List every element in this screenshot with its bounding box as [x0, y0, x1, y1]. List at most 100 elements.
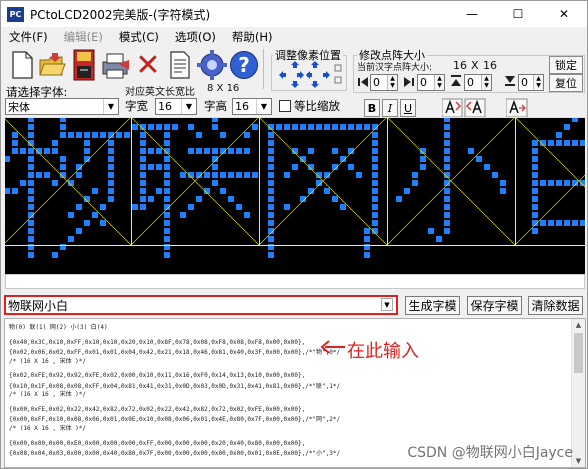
chevron-down-icon[interactable]: ▼	[181, 99, 196, 114]
chevron-down-icon[interactable]: ▼	[256, 99, 271, 114]
italic-button[interactable]: I	[382, 99, 398, 117]
height-dec-icon[interactable]	[449, 74, 463, 88]
preview-dot	[52, 140, 58, 146]
print-icon[interactable]	[101, 49, 131, 81]
clear-data-button[interactable]: 清除数据	[528, 296, 583, 315]
preview-dot	[148, 164, 154, 170]
preview-dot	[444, 124, 450, 130]
preview-dot	[268, 148, 274, 154]
preview-dot	[396, 196, 402, 202]
preview-dot	[412, 172, 418, 178]
menu-mode[interactable]: 模式(C)	[111, 29, 167, 45]
preview-dot	[84, 148, 90, 154]
char-height-select[interactable]: 16 ▼	[232, 98, 272, 115]
document-icon[interactable]	[165, 49, 195, 81]
bold-button[interactable]: B	[364, 99, 380, 117]
preview-dot	[220, 188, 226, 194]
chevron-down-icon[interactable]: ▼	[103, 99, 118, 114]
help-icon[interactable]: ?	[229, 49, 259, 81]
preview-dot	[364, 124, 370, 130]
preview-dot	[244, 172, 250, 178]
font-select[interactable]: 宋体 ▼	[5, 98, 119, 115]
preview-dot	[28, 244, 34, 250]
underline-button[interactable]: U	[400, 99, 416, 117]
save-icon[interactable]	[69, 49, 99, 81]
spin-arrows[interactable]: ▲ ▼	[387, 75, 397, 90]
spin-arrows[interactable]: ▲ ▼	[481, 75, 491, 90]
preview-dot	[204, 172, 210, 178]
generate-button[interactable]: 生成字模	[405, 296, 460, 315]
preview-dot	[372, 180, 378, 186]
preview-dot	[372, 212, 378, 218]
preview-dot	[84, 140, 90, 146]
preview-dot	[28, 172, 34, 178]
proportional-scale-label: 等比缩放	[294, 99, 340, 113]
preview-glyph-diagonal	[258, 117, 388, 246]
width-inc-icon[interactable]	[402, 75, 416, 89]
proportional-scale-checkbox[interactable]	[279, 100, 291, 112]
preview-dot	[444, 140, 450, 146]
minimize-button[interactable]: —	[449, 1, 495, 27]
menu-help[interactable]: 帮助(H)	[224, 29, 281, 45]
preview-dot	[156, 124, 162, 130]
scroll-thumb[interactable]	[574, 333, 583, 373]
preview-dot	[372, 132, 378, 138]
preview-dot	[164, 188, 170, 194]
height-dec-spin[interactable]: 0 ▲ ▼	[464, 74, 492, 91]
spin-arrows[interactable]: ▲ ▼	[434, 75, 444, 90]
menu-options[interactable]: 选项(O)	[167, 29, 224, 45]
preview-dot	[164, 132, 170, 138]
mirror-icon[interactable]	[506, 98, 528, 118]
preview-dot	[148, 148, 154, 154]
help-icon-glyph: ?	[230, 51, 258, 79]
current-width-value: 16	[453, 59, 467, 72]
reset-button[interactable]: 复位	[549, 74, 583, 92]
preview-dot	[148, 124, 154, 130]
font-preview-canvas[interactable]	[5, 117, 585, 274]
width-dec-icon[interactable]	[357, 75, 369, 89]
menu-edit[interactable]: 编辑(E)	[56, 29, 111, 45]
save-font-button[interactable]: 保存字模	[467, 296, 522, 315]
close-button[interactable]: ✕	[541, 1, 587, 27]
preview-dot	[164, 212, 170, 218]
preview-dot	[108, 140, 114, 146]
preview-dot	[228, 172, 234, 178]
menu-file[interactable]: 文件(F)	[1, 29, 56, 45]
rotate-icons[interactable]	[442, 98, 486, 118]
open-folder-icon[interactable]	[37, 49, 67, 81]
pixel-shift-arrows[interactable]	[277, 61, 343, 89]
preview-dot	[68, 132, 74, 138]
preview-dot	[292, 124, 298, 130]
width-dec-spin[interactable]: 0 ▲ ▼	[370, 74, 398, 91]
preview-dot	[564, 140, 570, 146]
preview-dot	[268, 172, 274, 178]
spin-arrows[interactable]: ▲ ▼	[533, 75, 543, 90]
preview-dot	[140, 148, 146, 154]
preview-dot	[548, 180, 554, 186]
text-input-value[interactable]: 物联网小白	[6, 297, 396, 313]
height-inc-spin[interactable]: 0 ▲ ▼	[518, 74, 544, 91]
height-inc-icon[interactable]	[503, 74, 517, 88]
text-input-field[interactable]: 物联网小白 ▼	[4, 295, 398, 315]
scroll-down-icon[interactable]: ▼	[572, 455, 585, 467]
maximize-button[interactable]: ☐	[495, 1, 541, 27]
preview-dot	[212, 180, 218, 186]
char-width-select[interactable]: 16 ▼	[155, 98, 197, 115]
char-width-label: 字宽	[125, 99, 148, 113]
delete-icon[interactable]: ✕	[133, 48, 163, 83]
settings-gear-icon[interactable]	[197, 49, 227, 81]
width-inc-spin[interactable]: 0 ▲ ▼	[417, 74, 445, 91]
font-select-value: 宋体	[8, 100, 30, 114]
chevron-down-icon[interactable]: ▼	[381, 298, 393, 311]
scroll-up-icon[interactable]: ▲	[572, 319, 585, 331]
preview-dot	[60, 124, 66, 130]
lock-button[interactable]: 锁定	[549, 56, 583, 74]
preview-dot	[316, 124, 322, 130]
preview-dot	[340, 204, 346, 210]
preview-dot	[420, 156, 426, 162]
new-file-icon[interactable]	[7, 49, 37, 81]
preview-dot	[556, 220, 562, 226]
preview-dot	[12, 148, 18, 154]
output-scrollbar[interactable]: ▲ ▼	[571, 319, 585, 467]
preview-scrollbar[interactable]	[5, 274, 585, 289]
